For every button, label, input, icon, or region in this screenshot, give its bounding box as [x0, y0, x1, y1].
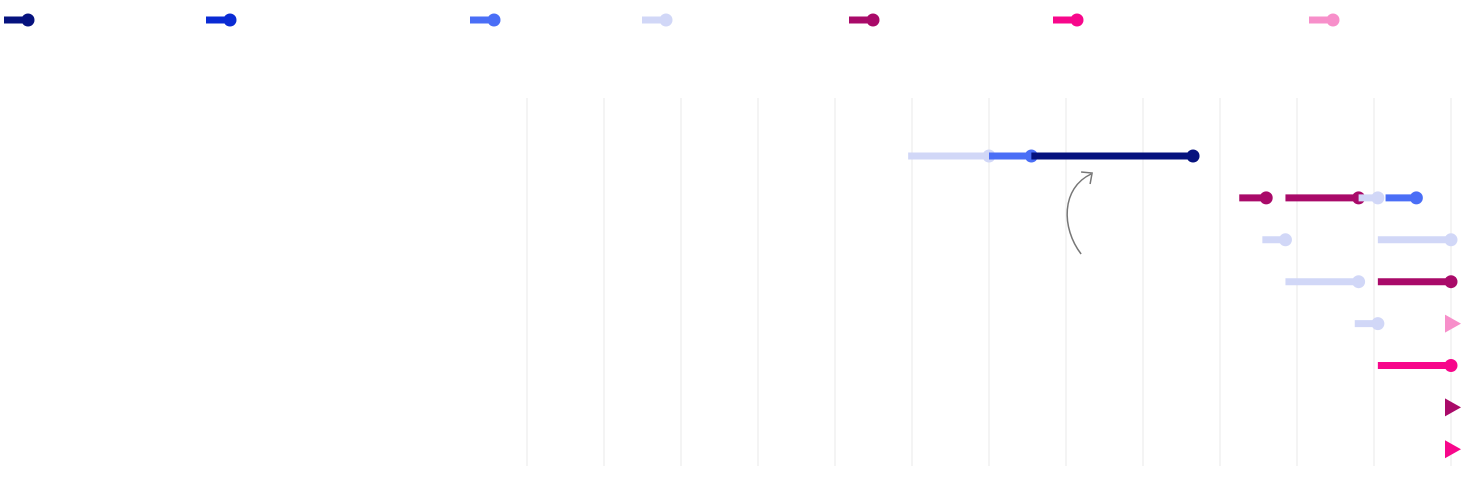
legend-swatch-dot	[866, 13, 880, 27]
legend-swatch-dot	[659, 13, 673, 27]
legend-item	[470, 13, 501, 27]
segment-end-dot	[1259, 191, 1273, 205]
timeline-row	[1377, 359, 1458, 372]
timeline-row	[1285, 275, 1458, 289]
segment-end-dot	[1409, 191, 1423, 205]
legend-item	[206, 13, 237, 27]
segment-end-dot	[1278, 233, 1292, 247]
legend-swatch-dot	[1070, 13, 1084, 27]
legend-item	[1309, 13, 1340, 27]
segment-end-dot	[1444, 359, 1458, 372]
legend-item	[642, 13, 673, 27]
legend-item	[1053, 13, 1084, 27]
timeline-row	[1354, 314, 1461, 333]
timeline-chart	[4, 13, 1461, 466]
legend-swatch-dot	[487, 13, 501, 27]
timeline-row	[1445, 398, 1461, 417]
annotation-arrow	[1066, 173, 1092, 255]
timeline-row	[1445, 440, 1461, 459]
timeline-row	[1239, 191, 1423, 205]
legend	[4, 13, 1340, 27]
segment-end-dot	[1444, 275, 1458, 289]
continuation-arrow	[1445, 314, 1461, 333]
plot-area	[908, 149, 1461, 459]
legend-swatch-dot	[21, 13, 35, 27]
segment-end-dot	[1352, 275, 1366, 289]
continuation-arrow	[1445, 440, 1461, 459]
legend-swatch-dot	[223, 13, 237, 27]
legend-item	[849, 13, 880, 27]
segment-end-dot	[1371, 317, 1385, 331]
continuation-arrow	[1445, 398, 1461, 417]
legend-swatch-dot	[1326, 13, 1340, 27]
segment-end-dot	[1444, 233, 1458, 247]
segment-end-dot	[1186, 149, 1200, 163]
annotation	[1066, 171, 1093, 255]
legend-item	[4, 13, 35, 27]
timeline-row	[1262, 233, 1458, 247]
timeline-row	[908, 149, 1200, 163]
segment-end-dot	[1371, 191, 1385, 205]
